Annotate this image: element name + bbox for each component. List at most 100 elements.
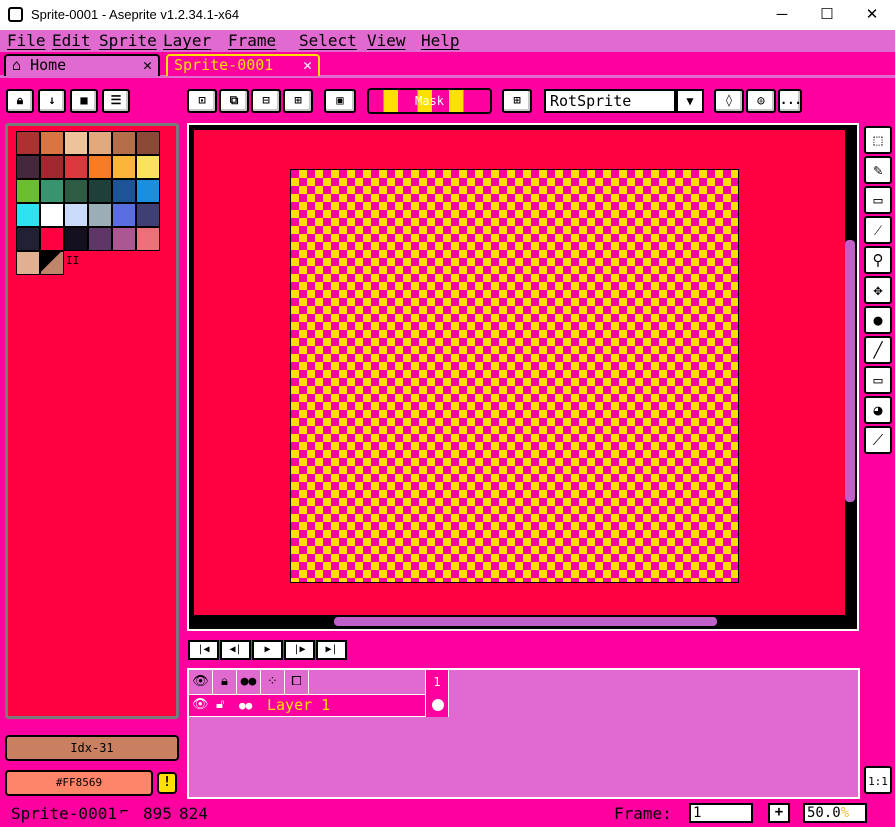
menu-icon[interactable]: ☰ xyxy=(102,89,130,113)
palette-swatch[interactable] xyxy=(112,131,136,155)
palette-swatch[interactable] xyxy=(40,155,64,179)
palette-swatch[interactable] xyxy=(88,227,112,251)
palette-swatch[interactable] xyxy=(112,179,136,203)
sprite-canvas[interactable] xyxy=(290,169,739,583)
palette-swatch[interactable] xyxy=(64,227,88,251)
layer-lock-icon[interactable]: 🔓︎ xyxy=(216,697,224,712)
palette-swatch[interactable] xyxy=(40,131,64,155)
eraser-tool-icon[interactable]: ▭ xyxy=(864,186,892,214)
palette-swatch[interactable] xyxy=(136,203,160,227)
chevron-down-icon[interactable]: ▼ xyxy=(676,89,704,113)
palette-swatch[interactable] xyxy=(16,155,40,179)
previous-frame-icon[interactable]: ◀| xyxy=(220,640,251,660)
palette-swatch[interactable] xyxy=(64,179,88,203)
palette-swatch[interactable] xyxy=(40,227,64,251)
first-frame-icon[interactable]: |◀ xyxy=(188,640,219,660)
palette-swatch[interactable] xyxy=(64,155,88,179)
palette-swatch[interactable] xyxy=(136,131,160,155)
menu-select[interactable]: Select xyxy=(299,31,357,50)
line-tool-icon[interactable]: ╱ xyxy=(864,336,892,364)
palette-swatch[interactable] xyxy=(88,155,112,179)
fill-tool-icon[interactable]: ● xyxy=(864,306,892,334)
horizontal-scrollbar[interactable] xyxy=(334,617,717,626)
more-options-button[interactable]: ... xyxy=(778,89,802,113)
palette-swatch[interactable] xyxy=(64,203,88,227)
move-tool-icon[interactable]: ✥ xyxy=(864,276,892,304)
next-frame-icon[interactable]: |▶ xyxy=(284,640,315,660)
vertical-scrollbar[interactable] xyxy=(845,240,855,502)
palette-swatch[interactable] xyxy=(64,131,88,155)
lock-icon[interactable]: 🔒︎ xyxy=(213,670,237,694)
play-icon[interactable]: ▶ xyxy=(252,640,283,660)
tab-home-close-icon[interactable]: ✕ xyxy=(143,56,152,75)
marquee-tool-icon[interactable]: ⬚ xyxy=(864,126,892,154)
layers-icon[interactable]: ⁘ xyxy=(261,670,285,694)
layer-visible-icon[interactable]: 👁︎ xyxy=(192,697,209,712)
palette-swatch[interactable] xyxy=(136,179,160,203)
layer-name[interactable]: Layer 1 xyxy=(267,696,330,714)
menu-edit[interactable]: Edit xyxy=(52,31,91,50)
eyedropper-tool-icon[interactable]: ⁄ xyxy=(864,216,892,244)
flip-icon[interactable]: ◊ xyxy=(714,89,744,113)
eye-icon[interactable]: 👁︎ xyxy=(189,670,213,694)
palette-swatch[interactable] xyxy=(16,203,40,227)
palette-swatch[interactable] xyxy=(112,227,136,251)
palette-swatch[interactable] xyxy=(16,131,40,155)
canvas-viewport[interactable] xyxy=(187,123,859,631)
palette-swatch[interactable] xyxy=(112,203,136,227)
layer-continuous-icon[interactable]: ●● xyxy=(239,699,252,712)
blur-tool-icon[interactable]: ⟋ xyxy=(864,426,892,454)
reset-zoom-icon[interactable]: 1:1 xyxy=(864,766,892,794)
palette-swatch[interactable] xyxy=(88,179,112,203)
menu-file[interactable]: File xyxy=(7,31,46,50)
pencil-tool-icon[interactable]: ✎ xyxy=(864,156,892,184)
frame-input[interactable]: 1 xyxy=(689,803,753,823)
transparent-color-icon[interactable]: ▣ xyxy=(324,89,356,113)
maximize-button[interactable]: ☐ xyxy=(804,0,850,30)
palette-swatch[interactable] xyxy=(16,227,40,251)
menu-frame[interactable]: Frame xyxy=(228,31,276,50)
palette-swatch[interactable] xyxy=(136,227,160,251)
palette-swatch[interactable] xyxy=(136,155,160,179)
frame-header[interactable]: 1 xyxy=(425,670,449,694)
palette-swatch[interactable] xyxy=(112,155,136,179)
rectangle-tool-icon[interactable]: ▭ xyxy=(864,366,892,394)
palette-swatch[interactable] xyxy=(16,179,40,203)
palette-swatch[interactable] xyxy=(40,251,64,275)
cel[interactable] xyxy=(425,694,449,717)
contour-tool-icon[interactable]: ◕ xyxy=(864,396,892,424)
menu-view[interactable]: View xyxy=(367,31,406,50)
selection-intersect-icon[interactable]: ⊞ xyxy=(283,89,313,113)
menu-help[interactable]: Help xyxy=(421,31,460,50)
mask-button[interactable]: Mask xyxy=(367,88,492,114)
menu-layer[interactable]: Layer xyxy=(163,31,211,50)
pivot-icon[interactable]: ⊞ xyxy=(502,89,532,113)
selection-subtract-icon[interactable]: ⊟ xyxy=(251,89,281,113)
link-cels-icon[interactable]: ⧠ xyxy=(285,670,309,694)
palette-swatch[interactable] xyxy=(16,251,40,275)
palette-swatch[interactable] xyxy=(88,203,112,227)
tab-sprite[interactable]: Sprite-0001 ✕ xyxy=(166,54,320,76)
warning-icon[interactable]: ! xyxy=(157,772,177,794)
last-frame-icon[interactable]: ▶| xyxy=(316,640,347,660)
selection-replace-icon[interactable]: ⊡ xyxy=(187,89,217,113)
menu-sprite[interactable]: Sprite xyxy=(99,31,157,50)
palette-swatch[interactable] xyxy=(40,203,64,227)
zoom-tool-icon[interactable]: ⚲ xyxy=(864,246,892,274)
palette-swatch[interactable] xyxy=(40,179,64,203)
add-frame-button[interactable]: + xyxy=(768,803,790,823)
layer-row[interactable]: 👁︎ 🔓︎ ●● Layer 1 xyxy=(189,694,449,717)
zoom-input[interactable]: 50.0% xyxy=(803,803,867,823)
lock-icon[interactable]: 🔒︎ xyxy=(6,89,34,113)
tab-home[interactable]: ⌂ Home ✕ xyxy=(4,54,160,76)
color-index-bar[interactable]: Idx-31 xyxy=(5,735,179,761)
continuous-icon[interactable]: ●● xyxy=(237,670,261,694)
close-button[interactable]: ✕ xyxy=(849,0,895,30)
folder-icon[interactable]: ■ xyxy=(70,89,98,113)
transform-icon[interactable]: ◎ xyxy=(746,89,776,113)
minimize-button[interactable]: ─ xyxy=(759,0,805,30)
arrow-down-icon[interactable]: ↓ xyxy=(38,89,66,113)
color-hex-bar[interactable]: #FF8569 xyxy=(5,770,153,796)
rotation-algorithm-select[interactable]: RotSprite xyxy=(544,89,676,113)
selection-add-icon[interactable]: ⧉ xyxy=(219,89,249,113)
